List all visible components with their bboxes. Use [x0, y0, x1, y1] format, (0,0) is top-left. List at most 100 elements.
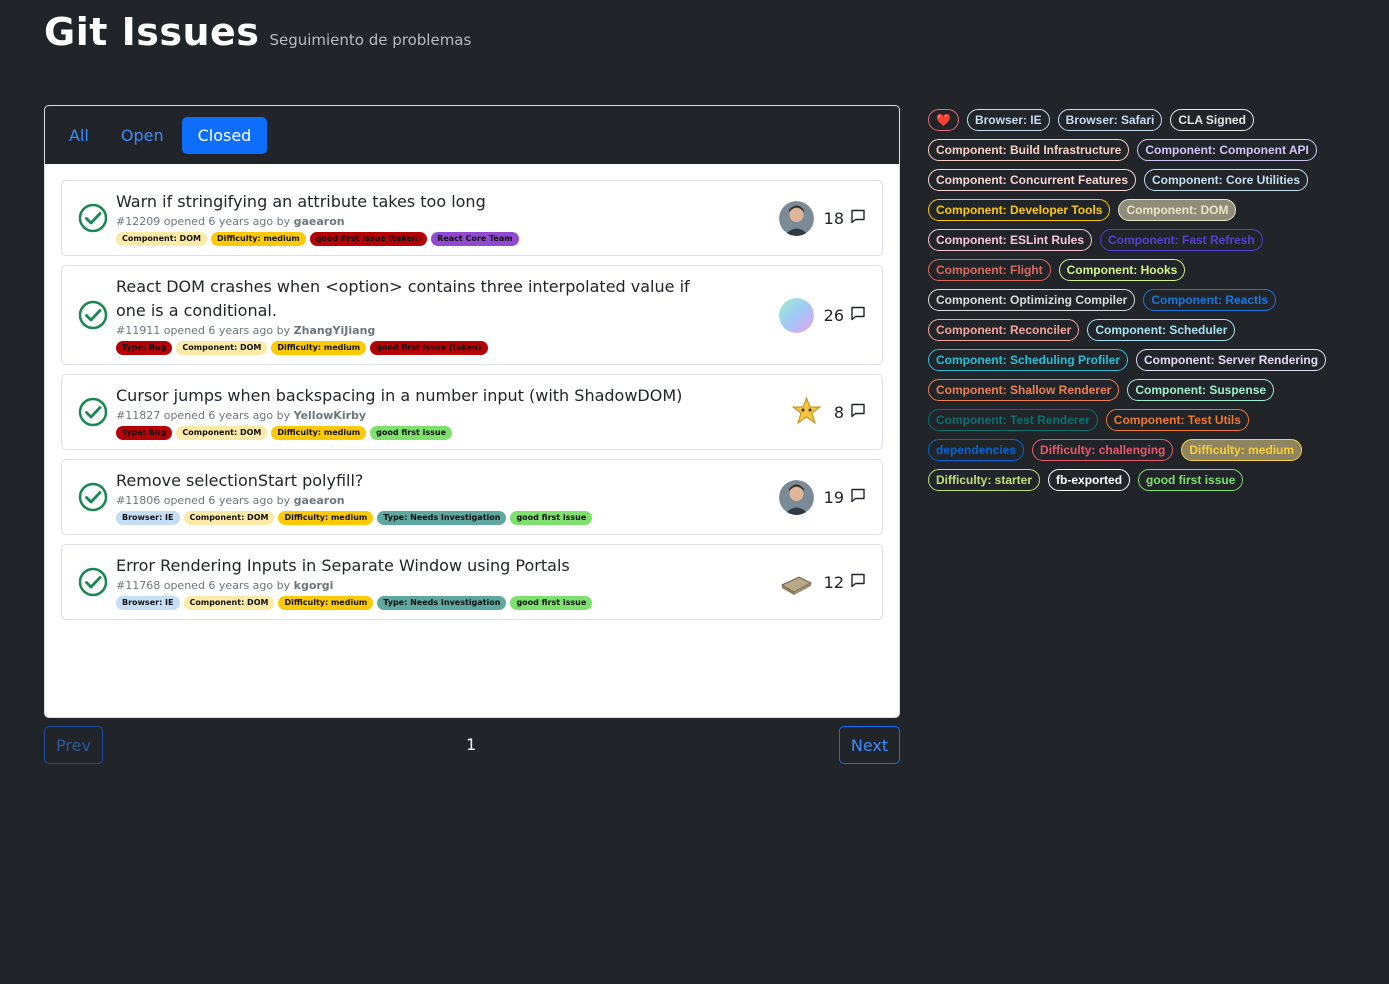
- issue-label[interactable]: Difficulty: medium: [271, 341, 367, 355]
- tag-filter[interactable]: Component: Build Infrastructure: [928, 139, 1130, 161]
- comment-bubble-icon: [850, 402, 866, 422]
- closed-check-icon: [78, 482, 108, 512]
- issue-meta: #11806 opened 6 years ago by gaearon: [116, 493, 779, 509]
- comment-count: 8: [833, 402, 844, 422]
- tag-filter[interactable]: Component: Concurrent Features: [928, 169, 1137, 191]
- issue-body: Error Rendering Inputs in Separate Windo…: [116, 554, 779, 610]
- page-title: Git Issues: [44, 10, 260, 54]
- issue-label[interactable]: Component: DOM: [176, 426, 268, 440]
- issue-stats: 26: [778, 297, 866, 333]
- tag-filter[interactable]: Component: Component API: [1137, 139, 1317, 161]
- prev-button[interactable]: Prev: [44, 726, 103, 764]
- avatar[interactable]: [778, 297, 814, 333]
- issue-title[interactable]: Warn if stringifying an attribute takes …: [116, 190, 716, 214]
- issue-label[interactable]: Browser: IE: [116, 511, 180, 525]
- issue-meta: #11827 opened 6 years ago by YellowKirby: [116, 408, 789, 424]
- tag-filter[interactable]: Component: ReactIs: [1143, 289, 1277, 311]
- avatar[interactable]: [788, 394, 824, 430]
- tag-filter[interactable]: Component: Suspense: [1127, 379, 1275, 401]
- issue-label[interactable]: good first issue: [510, 511, 593, 525]
- issue-body: Warn if stringifying an attribute takes …: [116, 190, 779, 246]
- tag-filter[interactable]: ❤️: [928, 109, 959, 131]
- issue-label[interactable]: React Core Team: [431, 232, 519, 246]
- tag-filter[interactable]: Component: Flight: [928, 259, 1051, 281]
- issue-row[interactable]: Remove selectionStart polyfill? #11806 op…: [61, 459, 883, 535]
- comment-bubble-icon: [850, 487, 866, 507]
- tag-filter[interactable]: fb-exported: [1048, 469, 1131, 491]
- issue-labels: Type: Bug Component: DOM Difficulty: mediu…: [116, 341, 779, 355]
- tag-filter[interactable]: Component: Scheduler: [1087, 319, 1236, 341]
- tag-filter[interactable]: dependencies: [928, 439, 1025, 461]
- issue-opened-text: opened 6 years ago by: [163, 494, 291, 507]
- issue-stats: 8: [788, 394, 866, 430]
- avatar[interactable]: [778, 200, 814, 236]
- issue-author[interactable]: YellowKirby: [294, 409, 366, 422]
- issue-label[interactable]: Difficulty: medium: [278, 511, 374, 525]
- tag-filter[interactable]: Component: Core Utilities: [1144, 169, 1309, 191]
- tag-filter[interactable]: Component: Shallow Renderer: [928, 379, 1120, 401]
- avatar[interactable]: [778, 479, 814, 515]
- issue-label[interactable]: Difficulty: medium: [271, 426, 367, 440]
- issue-label[interactable]: good first issue: [510, 596, 593, 610]
- issue-title[interactable]: Error Rendering Inputs in Separate Windo…: [116, 554, 716, 578]
- comment-bubble-icon: [850, 572, 866, 592]
- tag-filter[interactable]: Difficulty: medium: [1181, 439, 1303, 461]
- issue-label[interactable]: Difficulty: medium: [210, 232, 306, 246]
- issue-label[interactable]: Difficulty: medium: [278, 596, 374, 610]
- issue-label[interactable]: Type: Bug: [116, 341, 173, 355]
- issue-title[interactable]: Remove selectionStart polyfill?: [116, 469, 716, 493]
- tag-filter[interactable]: Browser: IE: [966, 109, 1050, 131]
- issue-row[interactable]: Warn if stringifying an attribute takes …: [61, 180, 883, 256]
- issue-label[interactable]: Type: Needs Investigation: [377, 511, 507, 525]
- issue-label[interactable]: good first issue (taken): [370, 341, 488, 355]
- tag-filter[interactable]: Component: Test Renderer: [928, 409, 1098, 431]
- comment-count: 26: [823, 305, 844, 325]
- issue-author[interactable]: ZhangYiJiang: [294, 324, 376, 337]
- comment-bubble-icon: [850, 208, 866, 228]
- tag-filter[interactable]: Browser: Safari: [1057, 109, 1163, 131]
- tag-filter[interactable]: Component: Server Rendering: [1136, 349, 1327, 371]
- issue-author[interactable]: gaearon: [294, 494, 345, 507]
- issue-title[interactable]: Cursor jumps when backspacing in a numbe…: [116, 384, 716, 408]
- tag-filter[interactable]: Component: Optimizing Compiler: [928, 289, 1136, 311]
- tag-filter[interactable]: Component: ESLint Rules: [928, 229, 1092, 251]
- tab-all[interactable]: All: [55, 117, 103, 154]
- issue-label[interactable]: good first issue: [370, 426, 452, 440]
- tag-filter[interactable]: Difficulty: challenging: [1032, 439, 1174, 461]
- issue-meta: #11911 opened 6 years ago by ZhangYiJian…: [116, 323, 779, 339]
- issue-row[interactable]: React DOM crashes when <option> contains…: [61, 265, 883, 365]
- next-button[interactable]: Next: [839, 726, 900, 764]
- tab-closed[interactable]: Closed: [181, 116, 268, 154]
- issue-label[interactable]: good first issue (taken): [309, 232, 428, 246]
- issue-row[interactable]: Error Rendering Inputs in Separate Windo…: [61, 544, 883, 620]
- issue-author[interactable]: kgorgi: [294, 579, 334, 592]
- tag-filter[interactable]: Component: Fast Refresh: [1100, 229, 1263, 251]
- issue-author[interactable]: gaearon: [294, 215, 345, 228]
- closed-check-icon: [78, 397, 108, 427]
- issue-label[interactable]: Component: DOM: [183, 511, 275, 525]
- tab-open[interactable]: Open: [107, 117, 178, 154]
- issues-panel: All Open Closed Warn if stringifying an at…: [44, 105, 900, 718]
- tag-filter[interactable]: Component: DOM: [1118, 199, 1237, 221]
- issue-meta: #12209 opened 6 years ago by gaearon: [116, 214, 779, 230]
- issue-label[interactable]: Type: Needs Investigation: [377, 596, 507, 610]
- tag-filter[interactable]: good first issue: [1138, 469, 1244, 491]
- issue-label[interactable]: Browser: IE: [116, 596, 180, 610]
- issue-label[interactable]: Component: DOM: [176, 341, 268, 355]
- avatar[interactable]: [778, 564, 814, 600]
- issue-opened-text: opened 6 years ago by: [163, 409, 291, 422]
- tag-filter[interactable]: Component: Test Utils: [1105, 409, 1249, 431]
- tag-filter[interactable]: Difficulty: starter: [928, 469, 1041, 491]
- tag-filter[interactable]: CLA Signed: [1170, 109, 1254, 131]
- issue-title[interactable]: React DOM crashes when <option> contains…: [116, 275, 716, 323]
- issue-label[interactable]: Type: Bug: [116, 426, 173, 440]
- tag-filter[interactable]: Component: Reconciler: [928, 319, 1080, 341]
- issue-label[interactable]: Component: DOM: [116, 232, 207, 246]
- issue-row[interactable]: Cursor jumps when backspacing in a numbe…: [61, 374, 883, 450]
- tag-filter[interactable]: Component: Developer Tools: [928, 199, 1111, 221]
- tag-filter[interactable]: Component: Scheduling Profiler: [928, 349, 1129, 371]
- tag-filter[interactable]: Component: Hooks: [1058, 259, 1186, 281]
- issue-list: Warn if stringifying an attribute takes …: [45, 164, 899, 620]
- issue-label[interactable]: Component: DOM: [183, 596, 275, 610]
- issue-body: React DOM crashes when <option> contains…: [116, 275, 779, 355]
